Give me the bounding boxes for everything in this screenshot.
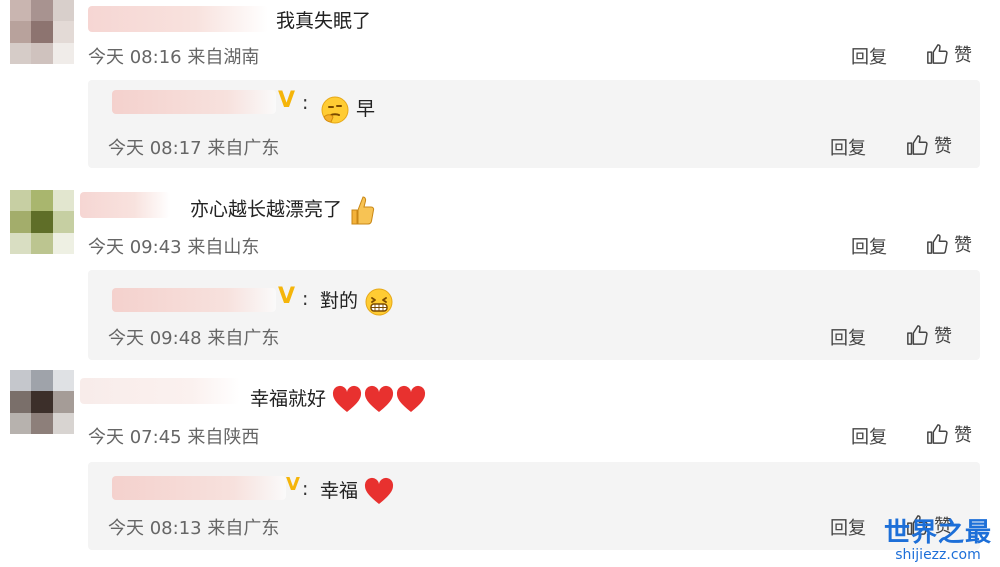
thumbs-up-icon [907, 325, 928, 345]
avatar-tile [52, 42, 74, 64]
reply-box: V : 對的 今天 09:48 来自广东 回复 赞 [88, 270, 980, 360]
username-blurred[interactable] [88, 6, 268, 32]
reply-button[interactable]: 回复 [830, 514, 866, 540]
avatar[interactable] [10, 0, 74, 64]
avatar[interactable] [10, 370, 74, 434]
reply-username-blurred[interactable] [112, 90, 276, 114]
reply-time: 今天 08:13 [108, 518, 202, 539]
reply-button[interactable]: 回复 [830, 324, 866, 350]
avatar-tile [52, 0, 74, 22]
avatar-tile [31, 0, 53, 22]
username-blurred[interactable] [80, 378, 240, 404]
reply-text: 幸福 [320, 476, 394, 507]
avatar-tile [10, 232, 32, 254]
reply-button[interactable]: 回复 [851, 43, 887, 69]
avatar-tile [10, 211, 32, 233]
avatar[interactable] [10, 190, 74, 254]
avatar-tile [31, 211, 53, 233]
reply-button[interactable]: 回复 [851, 233, 887, 259]
grinning-face-emoji [365, 288, 393, 315]
avatar-tile [52, 21, 74, 43]
avatar-tile [52, 190, 74, 212]
three-hearts-emoji [332, 385, 426, 412]
reply-username-blurred[interactable] [112, 476, 286, 500]
colon: : [302, 92, 309, 114]
avatar-tile [31, 391, 53, 413]
comment-meta: 今天 08:16 来自湖南 [88, 43, 259, 69]
comment-time: 今天 08:16 [88, 47, 182, 68]
avatar-tile [52, 412, 74, 434]
reply-text: 早 [320, 94, 375, 125]
avatar-tile [10, 190, 32, 212]
like-button[interactable]: 赞 [926, 421, 972, 447]
avatar-tile [10, 21, 32, 43]
heart-emoji [364, 477, 394, 504]
thumbs-up-icon [907, 135, 928, 155]
vip-badge-icon: V [278, 88, 296, 113]
reply-meta: 今天 08:17 来自广东 [108, 134, 279, 160]
avatar-tile [52, 232, 74, 254]
avatar-tile [52, 211, 74, 233]
vip-badge-icon: V [278, 284, 296, 309]
watermark-title: 世界之最 [883, 518, 992, 548]
avatar-tile [10, 370, 32, 392]
avatar-tile [31, 232, 53, 254]
avatar-tile [31, 190, 53, 212]
avatar-tile [31, 21, 53, 43]
reply-button[interactable]: 回复 [851, 423, 887, 449]
avatar-tile [10, 0, 32, 22]
colon: : [302, 288, 309, 310]
thumbs-up-icon [927, 424, 948, 444]
like-button[interactable]: 赞 [906, 132, 952, 158]
comment-location: 来自山东 [187, 237, 260, 258]
comment-location: 来自湖南 [187, 47, 260, 68]
comment-text: 我真失眠了 [276, 10, 372, 32]
avatar-tile [31, 370, 53, 392]
comment-time: 今天 09:43 [88, 237, 182, 258]
avatar-tile [10, 42, 32, 64]
reply-time: 今天 09:48 [108, 328, 202, 349]
thumbs-up-icon [927, 44, 948, 64]
like-button[interactable]: 赞 [926, 41, 972, 67]
comment-text: 亦心越长越漂亮了 [190, 194, 376, 226]
comment-time: 今天 07:45 [88, 427, 182, 448]
reply-location: 来自广东 [207, 328, 280, 349]
comment-meta: 今天 07:45 来自陕西 [88, 423, 259, 449]
thumbs-up-icon [927, 234, 948, 254]
comment-text: 幸福就好 [250, 384, 426, 415]
avatar-tile [31, 412, 53, 434]
reply-meta: 今天 09:48 来自广东 [108, 324, 279, 350]
avatar-tile [10, 391, 32, 413]
watermark-logo: 世界之最 shijiezz.com [884, 519, 992, 563]
reply-box: V : 早 今天 08:17 来自广东 回复 赞 [88, 80, 980, 168]
reply-meta: 今天 08:13 来自广东 [108, 514, 279, 540]
like-button[interactable]: 赞 [926, 231, 972, 257]
reply-location: 来自广东 [207, 518, 280, 539]
colon: : [302, 478, 309, 500]
reply-username-blurred[interactable] [112, 288, 276, 312]
reply-box: V : 幸福 今天 08:13 来自广东 回复 赞 [88, 462, 980, 550]
reply-text: 對的 [320, 286, 394, 317]
reply-button[interactable]: 回复 [830, 134, 866, 160]
thumbs-up-emoji [351, 196, 375, 225]
comment-location: 来自陕西 [187, 427, 260, 448]
watermark-subtitle: shijiezz.com [895, 547, 981, 563]
thinking-face-emoji [321, 96, 349, 123]
avatar-tile [10, 412, 32, 434]
reply-time: 今天 08:17 [108, 138, 202, 159]
reply-location: 来自广东 [207, 138, 280, 159]
avatar-tile [52, 391, 74, 413]
vip-badge-icon: V [286, 474, 300, 495]
avatar-tile [31, 42, 53, 64]
comment-meta: 今天 09:43 来自山东 [88, 233, 259, 259]
like-button[interactable]: 赞 [906, 322, 952, 348]
avatar-tile [52, 370, 74, 392]
username-blurred[interactable] [80, 192, 170, 218]
